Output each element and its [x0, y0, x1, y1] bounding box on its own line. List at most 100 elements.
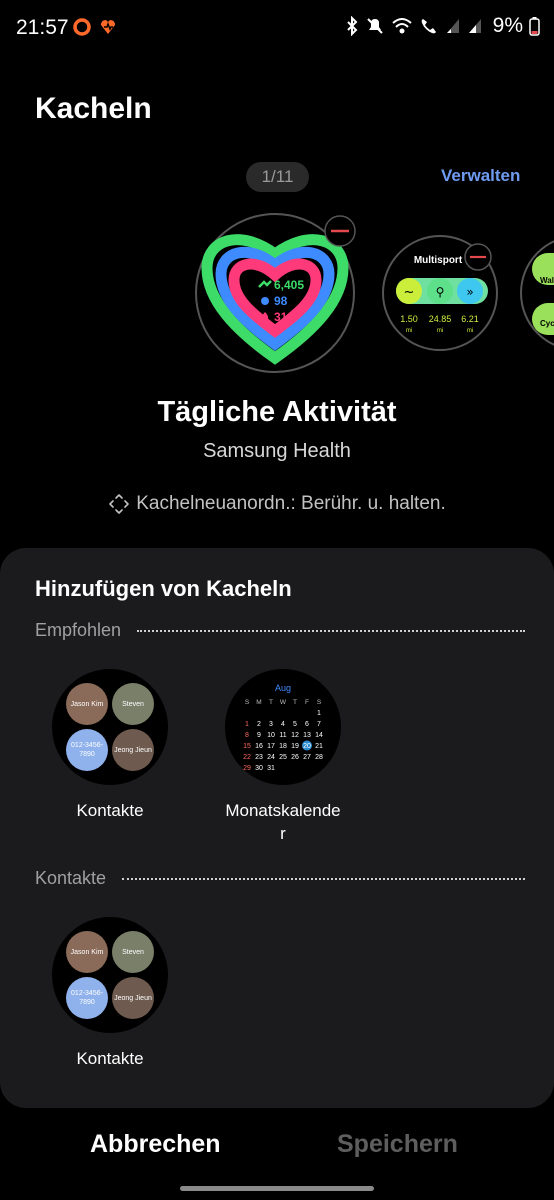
- home-indicator[interactable]: [180, 1186, 374, 1191]
- tile-option-label: Kontakte: [76, 1049, 144, 1068]
- tile-option-calendar[interactable]: Aug S M T W T F S 1 1 2 3 4 5 6 7 8 9 10 11 12 13 14 15 16 17 18 19…: [208, 669, 358, 845]
- selected-tile-subtitle: Samsung Health: [203, 440, 351, 462]
- tile-carousel[interactable]: 6,405 98 310 Multisport ~ ⚲ » 1.50 24.85…: [0, 205, 554, 385]
- carousel-canvas: 6,405 98 310 Multisport ~ ⚲ » 1.50 24.85…: [195, 213, 554, 373]
- calendar-day: 15: [243, 743, 251, 750]
- battery-percent: 9%: [492, 14, 523, 37]
- contact-avatar-4: Jeong Jieun: [112, 977, 154, 1019]
- clock: 21:57: [16, 16, 69, 39]
- status-bar: 21:57 9%: [0, 0, 554, 56]
- page-title: Kacheln: [35, 92, 152, 125]
- contact-avatar-2: Steven: [112, 683, 154, 725]
- tile-pager: 1/11: [246, 162, 309, 192]
- calendar-day: 9: [257, 732, 261, 739]
- add-tiles-title: Hinzufügen von Kacheln: [35, 576, 292, 601]
- multisport-title: Multisport: [414, 255, 463, 266]
- add-tiles-sheet: Hinzufügen von Kacheln Empfohlen Jason K…: [0, 548, 554, 1108]
- swim-icon: ~: [404, 285, 415, 300]
- calendar-day: 4: [281, 721, 285, 728]
- activity-steps: 6,405: [274, 278, 304, 292]
- notification-icons: [72, 17, 118, 37]
- system-icons: 9%: [345, 14, 540, 38]
- reorder-hint: Kachelneuanordn.: Berühr. u. halten.: [0, 493, 554, 515]
- signal-icon-1: [446, 19, 459, 33]
- tile-option-contacts-2[interactable]: Jason Kim Steven 012-3456-7890 Jeong Jie…: [35, 917, 185, 1070]
- partial-tile[interactable]: Wal Cyc: [520, 236, 554, 350]
- calendar-day: 30: [255, 765, 263, 772]
- wifi-call-icon: [421, 19, 436, 34]
- signal-icon-2: [468, 19, 481, 33]
- calendar-day: 29: [243, 765, 251, 772]
- calendar-watch-preview: Aug S M T W T F S 1 1 2 3 4 5 6 7 8 9 10 11 12 13 14 15 16 17 18 19…: [225, 669, 341, 785]
- calendar-day: 11: [279, 732, 286, 739]
- partial-tile-item-1: Wal: [540, 276, 554, 285]
- calendar-day: 25: [279, 754, 287, 761]
- calendar-day: 14: [315, 732, 323, 739]
- contact-avatar-1: Jason Kim: [66, 931, 108, 973]
- contact-avatar-1: Jason Kim: [66, 683, 108, 725]
- calendar-day: 18: [279, 743, 287, 750]
- calendar-day: 27: [303, 754, 311, 761]
- calendar-month: Aug: [275, 683, 291, 693]
- multisport-tile[interactable]: Multisport ~ ⚲ » 1.50 24.85 6.21 mi mi m…: [382, 235, 498, 351]
- multisport-stat-2: 24.85: [429, 314, 452, 324]
- activity-tile[interactable]: 6,405 98 310: [195, 213, 356, 373]
- calendar-day: 31: [267, 765, 275, 772]
- calendar-day: 1: [245, 721, 249, 728]
- cancel-button[interactable]: Abbrechen: [90, 1130, 221, 1159]
- calendar-day: 16: [255, 743, 263, 750]
- calendar-day: 17: [267, 743, 275, 750]
- calendar-day: 1: [317, 710, 321, 717]
- calendar-day: 6: [305, 721, 309, 728]
- ring-notification-icon: [73, 18, 91, 36]
- multisport-stat-1: 1.50: [400, 314, 418, 324]
- bottom-action-bar: Abbrechen Speichern: [0, 1108, 554, 1200]
- activity-calories: 310: [274, 310, 294, 324]
- section-divider: [137, 629, 525, 632]
- reorder-hint-text: Kachelneuanordn.: Berühr. u. halten.: [136, 493, 446, 514]
- tile-option-label: Kontakte: [76, 801, 144, 820]
- tile-option-label: Monatskalender: [225, 801, 341, 843]
- calendar-weekday: S: [317, 699, 322, 706]
- section-header-contacts: Kontakte: [35, 868, 525, 889]
- calendar-day: 5: [293, 721, 297, 728]
- calendar-day: 19: [291, 743, 299, 750]
- multisport-unit-3: mi: [467, 328, 473, 334]
- section-label-contacts: Kontakte: [35, 868, 107, 888]
- calendar-day: 2: [257, 721, 261, 728]
- calendar-weekday: T: [293, 699, 297, 706]
- calendar-day: 22: [243, 754, 251, 761]
- run-icon: »: [466, 285, 473, 299]
- calendar-weekday: M: [256, 699, 261, 706]
- save-button[interactable]: Speichern: [337, 1130, 458, 1159]
- bluetooth-icon: [346, 16, 358, 36]
- contact-avatar-2: Steven: [112, 931, 154, 973]
- contact-avatar-4: Jeong Jieun: [112, 729, 154, 771]
- calendar-day: 3: [269, 721, 273, 728]
- calendar-day: 12: [291, 732, 299, 739]
- partial-tile-item-2: Cyc: [540, 319, 554, 328]
- reorder-icon: [109, 494, 130, 514]
- calendar-day: 23: [255, 754, 263, 761]
- contacts-watch-preview: Jason Kim Steven 012-3456-7890 Jeong Jie…: [52, 669, 168, 785]
- calendar-grid: AugS M T W T F S11 2 3 4 5 6 78 9 10 11 12 13 1415 16 17 18 19…: [243, 683, 323, 772]
- battery-icon: [529, 17, 540, 36]
- calendar-day: 10: [267, 732, 275, 739]
- mute-icon: [366, 18, 383, 34]
- selected-tile-title: Tägliche Aktivität: [157, 396, 397, 428]
- section-header-recommended: Empfohlen: [35, 620, 525, 641]
- contact-avatar-3: 012-3456-7890: [66, 729, 108, 771]
- manage-button[interactable]: Verwalten: [441, 166, 520, 186]
- calendar-day: 24: [267, 754, 275, 761]
- tile-option-contacts[interactable]: Jason Kim Steven 012-3456-7890 Jeong Jie…: [35, 669, 185, 822]
- calendar-weekday: F: [305, 699, 309, 706]
- calendar-day: 7: [317, 721, 321, 728]
- calendar-day: 21: [315, 743, 323, 750]
- calendar-weekday: S: [245, 699, 250, 706]
- multisport-stat-3: 6.21: [461, 314, 479, 324]
- calendar-day: 26: [291, 754, 299, 761]
- multisport-unit-2: mi: [437, 328, 443, 334]
- contact-avatar-3: 012-3456-7890: [66, 977, 108, 1019]
- calendar-weekday: W: [280, 699, 287, 706]
- section-divider: [122, 877, 525, 880]
